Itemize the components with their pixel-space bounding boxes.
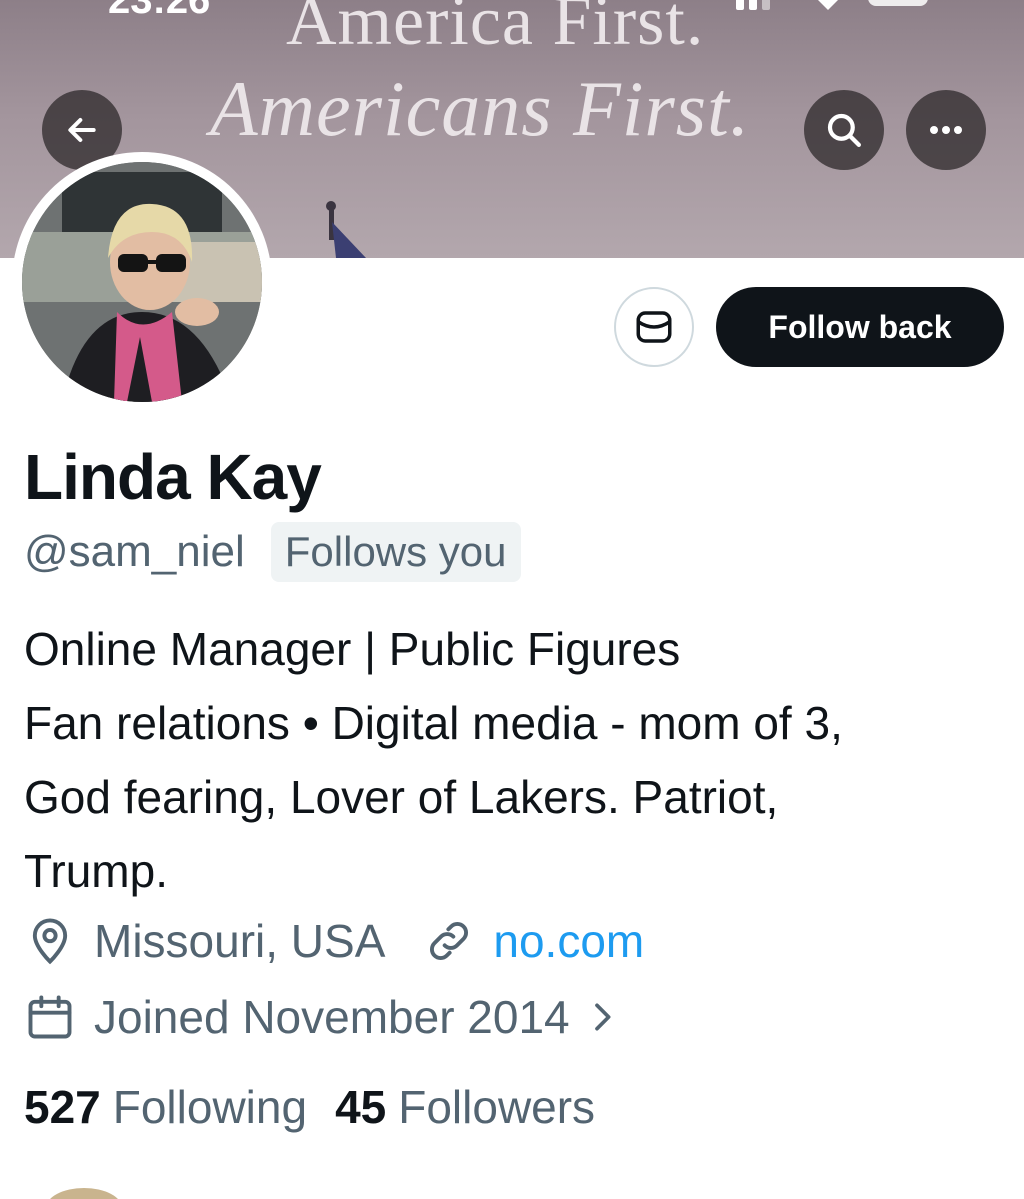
profile-location: Missouri, USA xyxy=(94,915,386,967)
back-arrow-icon xyxy=(68,118,96,142)
banner-text-line1: America First. xyxy=(286,0,705,60)
more-dots-icon xyxy=(930,126,962,134)
profile-name: Linda Kay xyxy=(24,441,322,513)
following-label: Following xyxy=(112,1081,308,1133)
followers-link[interactable]: 45 Followers xyxy=(335,1080,595,1134)
calendar-icon xyxy=(28,995,72,1039)
profile-bio: Online Manager | Public Figures Fan rela… xyxy=(24,623,843,897)
followers-label: Followers xyxy=(398,1081,596,1133)
profile-joined: Joined November 2014 xyxy=(94,991,570,1043)
profile-meta-location-website: Missouri, USA no.com xyxy=(24,914,644,968)
location-pin-icon xyxy=(32,918,68,965)
avatar-illustration xyxy=(22,162,262,402)
search-icon xyxy=(827,113,861,147)
next-item-avatar xyxy=(46,1188,122,1199)
status-icons xyxy=(736,0,928,10)
follows-you-badge: Follows you xyxy=(270,522,521,582)
follow-counts: 527 Following 45 Followers xyxy=(24,1080,595,1134)
following-count: 527 xyxy=(24,1081,101,1133)
avatar[interactable] xyxy=(12,152,272,412)
following-link[interactable]: 527 Following xyxy=(24,1080,307,1134)
message-icon xyxy=(636,311,672,343)
link-icon xyxy=(430,921,469,961)
followers-count: 45 xyxy=(335,1081,387,1133)
profile-joined-row[interactable]: Joined November 2014 xyxy=(24,990,622,1044)
profile-handle: @sam_niel xyxy=(24,527,245,576)
profile-website-link[interactable]: no.com xyxy=(493,914,644,968)
banner-figure-icon xyxy=(326,201,366,258)
banner-text-line2: Americans First. xyxy=(210,65,751,152)
status-time: 23:26 xyxy=(108,0,211,22)
handle-row: @sam_niel Follows you xyxy=(24,522,521,582)
more-options-button[interactable] xyxy=(906,90,986,170)
message-button[interactable] xyxy=(614,287,694,367)
search-button[interactable] xyxy=(804,90,884,170)
avatar-photo xyxy=(22,162,262,402)
chevron-right-icon xyxy=(594,1003,611,1031)
follow-back-button[interactable]: Follow back xyxy=(716,287,1004,367)
